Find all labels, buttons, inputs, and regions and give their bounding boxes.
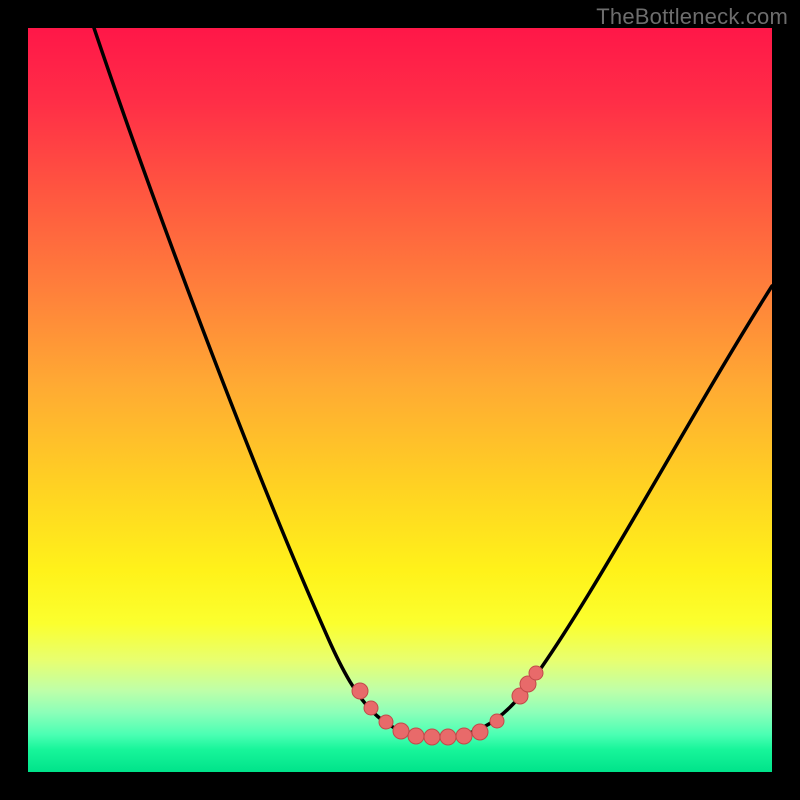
curve-marker xyxy=(529,666,543,680)
curve-marker xyxy=(408,728,424,744)
curve-marker xyxy=(490,714,504,728)
curve-marker xyxy=(424,729,440,745)
watermark-text: TheBottleneck.com xyxy=(596,4,788,30)
curve-marker xyxy=(364,701,378,715)
marker-group xyxy=(352,666,543,745)
curve-marker xyxy=(440,729,456,745)
curve-marker xyxy=(472,724,488,740)
curve-marker xyxy=(456,728,472,744)
bottleneck-curve xyxy=(94,28,772,737)
curve-marker xyxy=(393,723,409,739)
curve-marker xyxy=(379,715,393,729)
curve-marker xyxy=(352,683,368,699)
chart-frame xyxy=(28,28,772,772)
chart-svg xyxy=(28,28,772,772)
